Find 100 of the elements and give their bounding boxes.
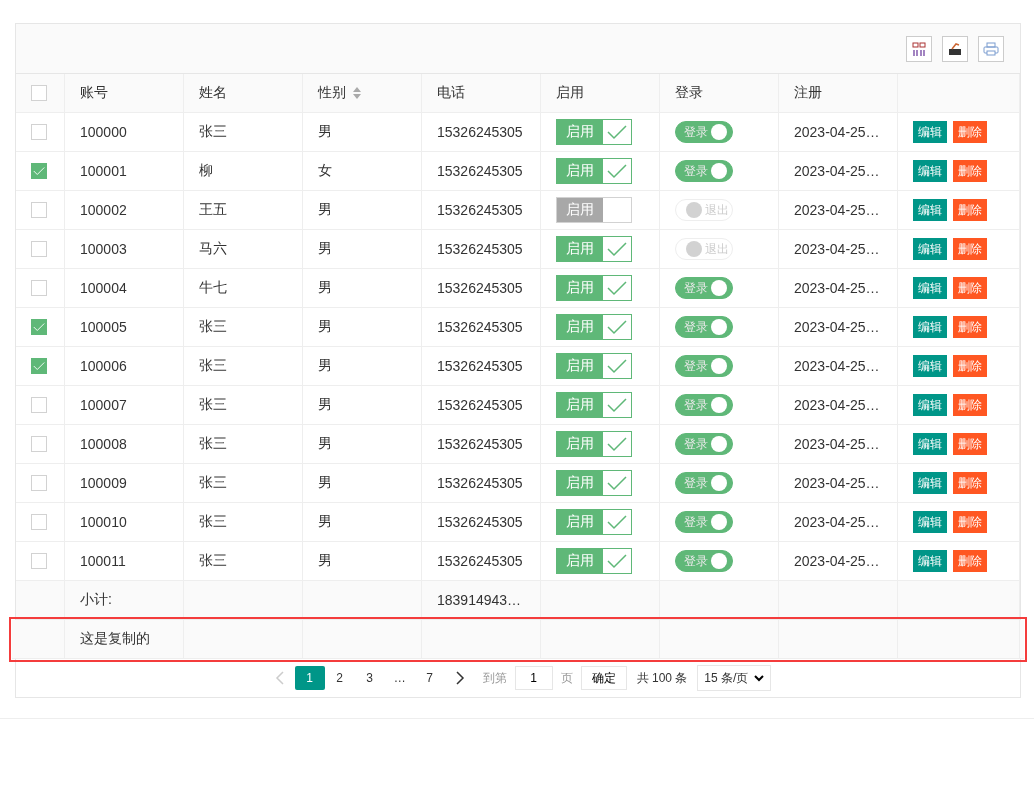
delete-button[interactable]: 删除	[953, 199, 987, 221]
table-cell: 牛七	[199, 279, 227, 297]
sort-icon[interactable]	[352, 86, 362, 100]
table-cell: 马六	[199, 240, 227, 258]
delete-button[interactable]: 删除	[953, 277, 987, 299]
enable-checkbox[interactable]: 启用	[556, 431, 632, 457]
row-checkbox[interactable]	[31, 397, 47, 413]
delete-button[interactable]: 删除	[953, 121, 987, 143]
table-cell: 15326245305	[437, 436, 523, 452]
row-checkbox[interactable]	[31, 514, 47, 530]
edit-button[interactable]: 编辑	[913, 199, 947, 221]
export-icon	[948, 41, 962, 56]
enable-checkbox[interactable]: 启用	[556, 275, 632, 301]
login-switch[interactable]: 登录	[675, 121, 733, 143]
enable-checkbox[interactable]: 启用	[556, 548, 632, 574]
table-cell: 15326245305	[437, 358, 523, 374]
delete-button[interactable]: 删除	[953, 511, 987, 533]
check-icon	[605, 397, 629, 413]
enable-checkbox[interactable]: 启用	[556, 236, 632, 262]
login-switch[interactable]: 登录	[675, 472, 733, 494]
table-cell: 2023-04-25…	[794, 202, 880, 218]
row-checkbox[interactable]	[31, 358, 47, 374]
enable-checkbox[interactable]: 启用	[556, 509, 632, 535]
login-switch[interactable]: 登录	[675, 355, 733, 377]
enable-checkbox[interactable]: 启用	[556, 392, 632, 418]
columns-button[interactable]	[906, 35, 932, 62]
page-button[interactable]: 3	[354, 666, 385, 690]
page-size-select[interactable]: 15 条/页	[697, 665, 772, 691]
total-cell: 183914943…	[437, 592, 522, 608]
row-checkbox[interactable]	[31, 436, 47, 452]
enable-checkbox[interactable]: 启用	[556, 314, 632, 340]
edit-button[interactable]: 编辑	[913, 160, 947, 182]
edit-button[interactable]: 编辑	[913, 511, 947, 533]
page-button[interactable]: …	[384, 666, 415, 690]
enable-checkbox[interactable]: 启用	[556, 119, 632, 145]
table-cell: 男	[318, 435, 332, 453]
delete-button[interactable]: 删除	[953, 433, 987, 455]
column-header: 性别	[318, 84, 346, 102]
login-switch[interactable]: 登录	[675, 511, 733, 533]
login-switch[interactable]: 登录	[675, 160, 733, 182]
check-icon	[605, 319, 629, 335]
table-cell: 2023-04-25…	[794, 553, 880, 569]
delete-button[interactable]: 删除	[953, 550, 987, 572]
enable-checkbox[interactable]: 启用	[556, 197, 632, 223]
table-cell: 15326245305	[437, 397, 523, 413]
edit-button[interactable]: 编辑	[913, 277, 947, 299]
total-count: 共 100 条	[636, 669, 688, 687]
row-checkbox[interactable]	[31, 163, 47, 179]
export-button[interactable]	[942, 35, 968, 62]
table-cell: 张三	[199, 513, 227, 531]
delete-button[interactable]: 删除	[953, 355, 987, 377]
column-header: 账号	[80, 84, 108, 102]
edit-button[interactable]: 编辑	[913, 121, 947, 143]
column-header: 姓名	[199, 84, 227, 102]
login-switch[interactable]: 登录	[675, 316, 733, 338]
enable-checkbox[interactable]: 启用	[556, 353, 632, 379]
table-cell: 2023-04-25…	[794, 436, 880, 452]
edit-button[interactable]: 编辑	[913, 238, 947, 260]
select-all-checkbox[interactable]	[31, 85, 47, 101]
login-switch[interactable]: 登录	[675, 550, 733, 572]
delete-button[interactable]: 删除	[953, 394, 987, 416]
row-checkbox[interactable]	[31, 475, 47, 491]
table-cell: 15326245305	[437, 280, 523, 296]
table-cell: 张三	[199, 318, 227, 336]
delete-button[interactable]: 删除	[953, 160, 987, 182]
row-checkbox[interactable]	[31, 241, 47, 257]
edit-button[interactable]: 编辑	[913, 316, 947, 338]
page-button[interactable]: 7	[414, 666, 445, 690]
row-checkbox[interactable]	[31, 202, 47, 218]
login-switch[interactable]: 登录	[675, 394, 733, 416]
edit-button[interactable]: 编辑	[913, 355, 947, 377]
login-switch[interactable]: 登录	[675, 277, 733, 299]
edit-button[interactable]: 编辑	[913, 394, 947, 416]
edit-button[interactable]: 编辑	[913, 550, 947, 572]
table-cell: 男	[318, 474, 332, 492]
row-checkbox[interactable]	[31, 124, 47, 140]
delete-button[interactable]: 删除	[953, 238, 987, 260]
table-cell: 100002	[80, 202, 127, 218]
delete-button[interactable]: 删除	[953, 472, 987, 494]
table-cell: 男	[318, 396, 332, 414]
row-checkbox[interactable]	[31, 553, 47, 569]
page-button[interactable]: 1	[294, 666, 325, 690]
table-cell: 100006	[80, 358, 127, 374]
chevron-right-icon	[454, 671, 465, 685]
print-icon	[983, 41, 999, 56]
print-button[interactable]	[978, 35, 1004, 62]
table-cell: 张三	[199, 123, 227, 141]
edit-button[interactable]: 编辑	[913, 433, 947, 455]
table-cell: 2023-04-25…	[794, 241, 880, 257]
delete-button[interactable]: 删除	[953, 316, 987, 338]
enable-checkbox[interactable]: 启用	[556, 158, 632, 184]
row-checkbox[interactable]	[31, 319, 47, 335]
confirm-button[interactable]: 确定	[580, 666, 627, 690]
check-icon	[605, 280, 629, 296]
page-input[interactable]: 1	[514, 666, 553, 690]
enable-checkbox[interactable]: 启用	[556, 470, 632, 496]
login-switch[interactable]: 登录	[675, 433, 733, 455]
page-button[interactable]: 2	[324, 666, 355, 690]
row-checkbox[interactable]	[31, 280, 47, 296]
edit-button[interactable]: 编辑	[913, 472, 947, 494]
